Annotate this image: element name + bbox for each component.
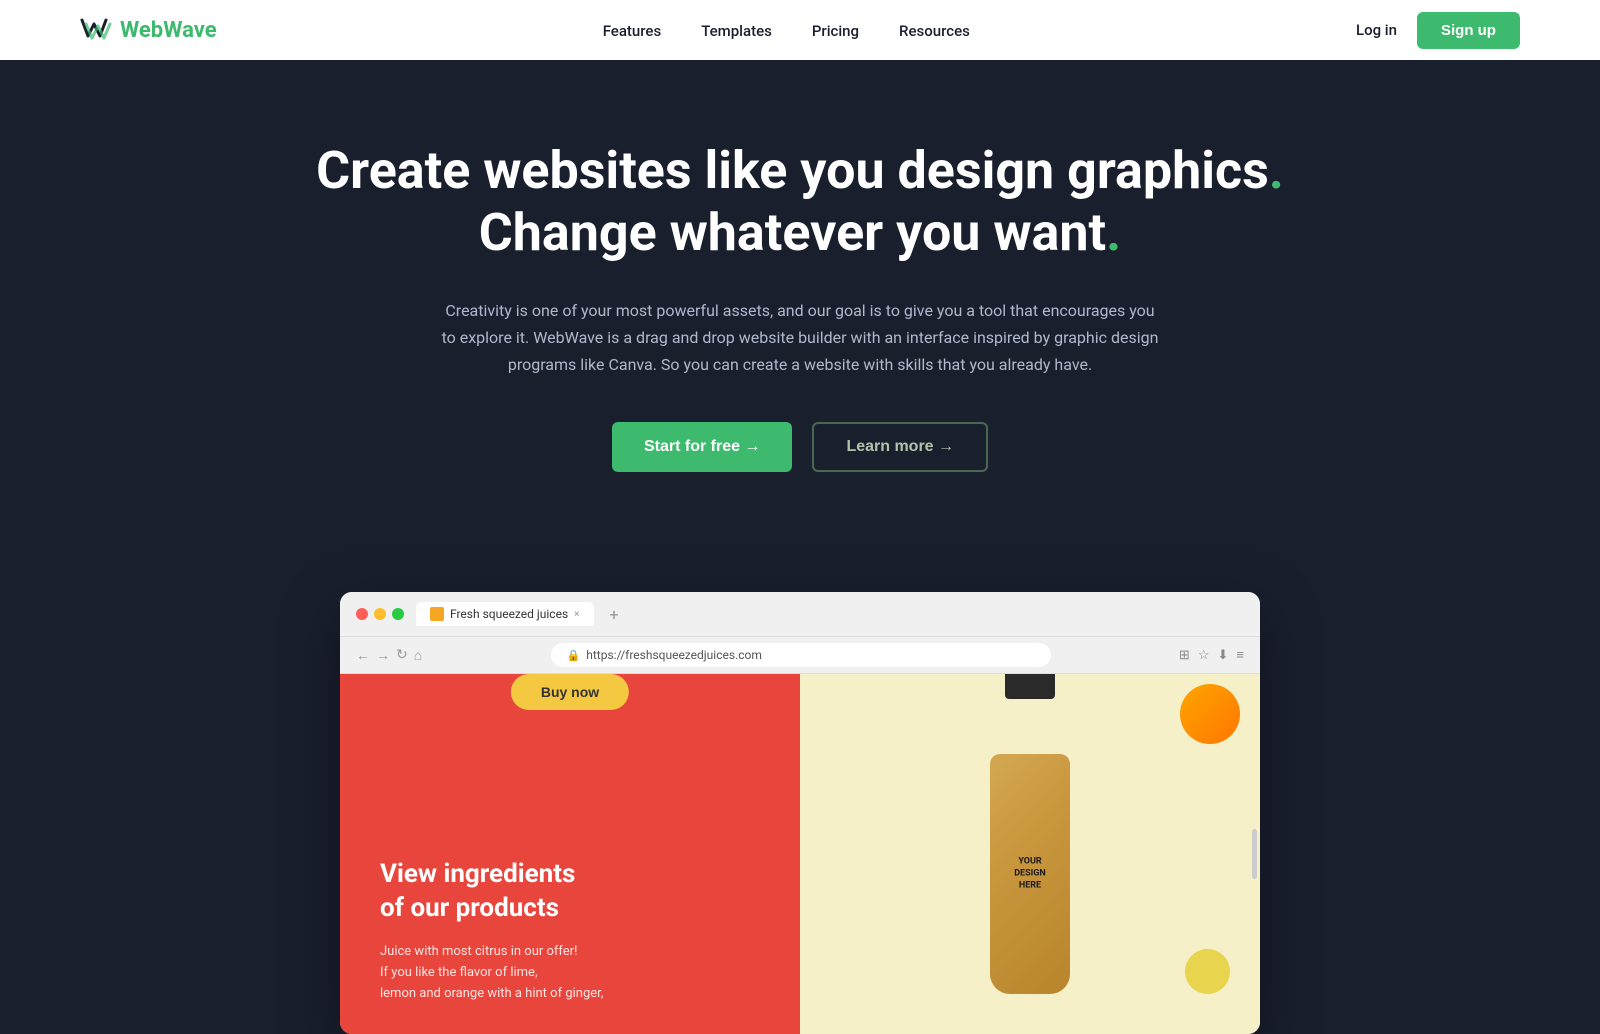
browser-addressbar-row: ← → ↻ ⌂ 🔒 https://freshsqueezedjuices.co…	[340, 637, 1260, 674]
product-title: View ingredients of our products	[380, 858, 760, 926]
menu-icon[interactable]: ≡	[1236, 647, 1244, 663]
dot-yellow	[374, 608, 386, 620]
lemon-decoration	[1185, 949, 1230, 994]
tab-close-icon[interactable]: ×	[574, 609, 579, 620]
nav-item-templates[interactable]: Templates	[701, 22, 772, 40]
reload-icon[interactable]: ↻	[396, 647, 408, 664]
logo[interactable]: WebWave	[80, 16, 217, 44]
product-description: Juice with most citrus in our offer! If …	[380, 942, 760, 1004]
browser-right-panel: YOURDESIGNHERE	[800, 674, 1260, 1034]
browser-chrome: Fresh squeezed juices × +	[340, 592, 1260, 637]
browser-toolbar-right: ⊞ ☆ ⬇ ≡	[1179, 647, 1244, 663]
address-bar[interactable]: 🔒 https://freshsqueezedjuices.com	[551, 643, 1051, 667]
logo-text: WebWave	[120, 18, 217, 43]
bottle-body: YOURDESIGNHERE	[990, 754, 1070, 994]
start-free-button[interactable]: Start for free →	[612, 422, 792, 472]
hero-section: Create websites like you design graphics…	[0, 60, 1600, 592]
back-icon[interactable]: ←	[356, 647, 370, 664]
login-link[interactable]: Log in	[1356, 21, 1397, 39]
nav-item-features[interactable]: Features	[603, 22, 661, 40]
bottle-illustration: YOURDESIGNHERE	[950, 694, 1110, 1014]
browser-mockup-wrapper: Fresh squeezed juices × + ← → ↻ ⌂ 🔒 http…	[0, 592, 1600, 1034]
home-icon[interactable]: ⌂	[414, 647, 422, 664]
browser-nav-arrows: ← → ↻ ⌂	[356, 647, 422, 664]
browser-mockup: Fresh squeezed juices × + ← → ↻ ⌂ 🔒 http…	[340, 592, 1260, 1034]
nav-item-resources[interactable]: Resources	[899, 22, 970, 40]
signup-button[interactable]: Sign up	[1417, 12, 1520, 49]
buy-now-button[interactable]: Buy now	[511, 674, 629, 710]
bottle-cap	[1005, 674, 1055, 699]
browser-scrollbar[interactable]	[1252, 829, 1257, 879]
browser-tab: Fresh squeezed juices ×	[416, 602, 594, 626]
forward-icon[interactable]: →	[376, 647, 390, 664]
nav-item-pricing[interactable]: Pricing	[812, 22, 859, 40]
tab-add-button[interactable]: +	[610, 605, 619, 624]
download-icon: ⬇	[1217, 648, 1228, 663]
hero-title: Create websites like you design graphics…	[200, 140, 1400, 265]
browser-left-panel: Buy now View ingredients of our products…	[340, 674, 800, 1034]
bookmark-icon: ☆	[1198, 648, 1210, 663]
extensions-icon: ⊞	[1179, 648, 1190, 663]
navbar: WebWave Features Templates Pricing Resou…	[0, 0, 1600, 60]
dot-red	[356, 608, 368, 620]
hero-subtitle: Creativity is one of your most powerful …	[440, 297, 1160, 379]
dot-green	[392, 608, 404, 620]
hero-title-line2: Change whatever you want.	[479, 202, 1121, 263]
hero-title-line1: Create websites like you design graphics…	[316, 140, 1284, 201]
hero-cta-group: Start for free → Learn more →	[200, 422, 1400, 472]
tab-title: Fresh squeezed juices	[450, 607, 568, 621]
lock-icon: 🔒	[567, 649, 581, 662]
bottle-label: YOURDESIGNHERE	[998, 857, 1063, 892]
navbar-actions: Log in Sign up	[1356, 12, 1520, 49]
learn-more-button[interactable]: Learn more →	[812, 422, 988, 472]
orange-decoration	[1180, 684, 1240, 744]
browser-dots	[356, 608, 404, 620]
address-url: https://freshsqueezedjuices.com	[586, 648, 762, 662]
tab-favicon	[430, 607, 444, 621]
nav-menu: Features Templates Pricing Resources	[603, 21, 970, 40]
browser-content: Buy now View ingredients of our products…	[340, 674, 1260, 1034]
logo-icon	[80, 16, 112, 44]
